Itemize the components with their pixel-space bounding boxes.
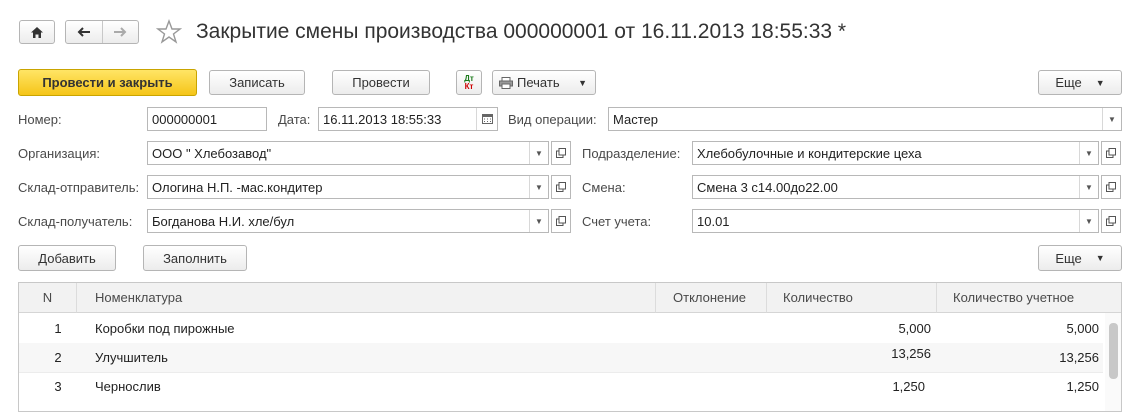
fill-button[interactable]: Заполнить [143,245,247,271]
row-quantity: 1,250 [892,379,925,394]
row-quantity: 13,256 [891,346,931,361]
division-value: Хлебобулочные и кондитерские цеха [697,145,922,161]
open-division-icon[interactable] [1101,141,1121,165]
operation-type-label: Вид операции: [508,112,597,127]
division-label: Подразделение: [582,146,681,161]
chevron-down-icon: ▼ [578,77,587,88]
date-value: 16.11.2013 18:55:33 [323,111,442,127]
date-label: Дата: [278,112,311,127]
column-header-quantity[interactable]: Количество [767,283,937,313]
forward-button[interactable] [103,21,139,43]
nav-group [65,20,139,44]
column-header-quantity-accounting[interactable]: Количество учетное [937,283,1105,313]
row-number: 3 [54,379,62,394]
open-organization-icon[interactable] [551,141,571,165]
table-row[interactable]: 2 Улучшитель 13,256 13,256 [19,343,1103,373]
home-button[interactable] [19,20,55,44]
row-deviation [656,314,767,343]
sender-warehouse-value: Ологина Н.П. -мас.кондитер [152,179,323,195]
table-row[interactable]: 3 Чернослив 1,250 1,250 [19,372,1103,401]
chevron-down-icon[interactable]: ▼ [529,176,548,198]
chevron-down-icon[interactable]: ▼ [1102,108,1121,130]
dt-kt-icon-bottom: Кт [464,81,474,91]
home-icon [31,26,43,38]
add-row-button[interactable]: Добавить [18,245,116,271]
organization-value: ООО " Хлебозавод" [152,145,272,161]
sender-warehouse-select[interactable]: Ологина Н.П. -мас.кондитер ▼ [147,175,549,199]
chevron-down-icon[interactable]: ▼ [1079,210,1098,232]
more-actions-button[interactable]: Еще ▼ [1038,70,1122,95]
column-header-item[interactable]: Номенклатура [77,283,656,313]
open-receiver-warehouse-icon[interactable] [551,209,571,233]
header-filler [1105,283,1121,313]
account-label: Счет учета: [582,214,652,229]
print-label: Печать [517,75,560,90]
chevron-down-icon[interactable]: ▼ [529,142,548,164]
page-title: Закрытие смены производства 000000001 от… [196,20,847,43]
number-field[interactable]: 000000001 [147,107,267,131]
printer-icon [499,76,513,89]
row-item: Улучшитель [95,350,168,365]
vertical-scrollbar[interactable] [1105,313,1121,411]
shift-select[interactable]: Смена 3 с14.00до22.00 ▼ [692,175,1099,199]
organization-label: Организация: [18,146,101,161]
save-button[interactable]: Записать [209,70,305,95]
more-label: Еще [1055,75,1082,90]
sender-warehouse-label: Склад-отправитель: [18,180,140,195]
table-more-button[interactable]: Еще ▼ [1038,245,1122,271]
arrow-left-icon [77,27,90,37]
date-field[interactable]: 16.11.2013 18:55:33 [318,107,498,131]
operation-type-select[interactable]: Мастер ▼ [608,107,1122,131]
division-select[interactable]: Хлебобулочные и кондитерские цеха ▼ [692,141,1099,165]
open-shift-icon[interactable] [1101,175,1121,199]
account-select[interactable]: 10.01 ▼ [692,209,1099,233]
chevron-down-icon: ▼ [1095,77,1105,88]
row-number: 2 [54,350,62,365]
row-item: Чернослив [95,379,161,394]
operation-type-value: Мастер [613,111,658,127]
chevron-down-icon: ▼ [1095,253,1105,263]
row-quantity-accounting: 5,000 [1066,321,1099,336]
row-number: 1 [54,321,62,336]
items-table: N Номенклатура Отклонение Количество Кол… [18,282,1122,412]
open-sender-warehouse-icon[interactable] [551,175,571,199]
row-quantity: 5,000 [898,321,931,336]
post-button[interactable]: Провести [332,70,430,95]
chevron-down-icon[interactable]: ▼ [1079,176,1098,198]
arrow-right-icon [114,27,127,37]
calendar-icon[interactable] [476,108,497,130]
row-quantity-accounting: 1,250 [1066,379,1099,394]
organization-select[interactable]: ООО " Хлебозавод" ▼ [147,141,549,165]
scrollbar-thumb[interactable] [1109,323,1118,379]
row-deviation [656,372,767,401]
account-value: 10.01 [697,213,730,229]
back-button[interactable] [66,21,103,43]
row-item: Коробки под пирожные [95,321,235,336]
column-header-deviation[interactable]: Отклонение [656,283,767,313]
row-quantity-accounting: 13,256 [1059,350,1099,365]
column-header-n[interactable]: N [19,283,77,313]
favorite-star-icon[interactable] [155,19,183,45]
receiver-warehouse-label: Склад-получатель: [18,214,133,229]
chevron-down-icon[interactable]: ▼ [1079,142,1098,164]
print-dropdown-button[interactable]: Печать ▼ [492,70,596,95]
row-deviation [656,343,767,372]
shift-label: Смена: [582,180,626,195]
table-more-label: Еще [1055,250,1082,266]
post-and-close-button[interactable]: Провести и закрыть [18,69,197,96]
table-row[interactable]: 1 Коробки под пирожные 5,000 5,000 [19,314,1103,344]
open-account-icon[interactable] [1101,209,1121,233]
receiver-warehouse-select[interactable]: Богданова Н.И. хле/бул ▼ [147,209,549,233]
chevron-down-icon[interactable]: ▼ [529,210,548,232]
shift-value: Смена 3 с14.00до22.00 [697,179,838,195]
number-label: Номер: [18,112,62,127]
receiver-warehouse-value: Богданова Н.И. хле/бул [152,213,295,229]
dt-kt-button[interactable]: Дт Кт [456,70,482,95]
